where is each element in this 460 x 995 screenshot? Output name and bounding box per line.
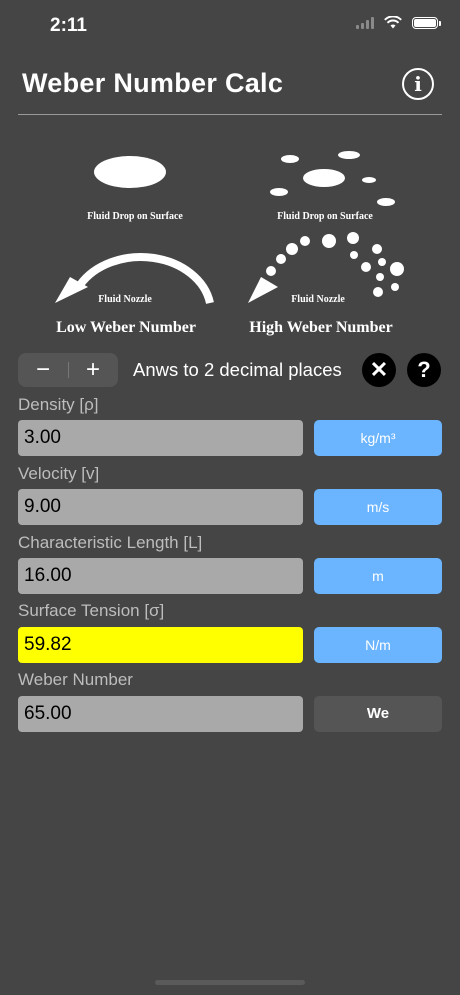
surface-tension-input[interactable]: 59.82: [18, 627, 303, 663]
status-bar: 2:11: [0, 0, 460, 52]
increment-button[interactable]: +: [68, 353, 118, 387]
density-input[interactable]: 3.00: [18, 420, 303, 456]
fluid-drop-shape: [94, 156, 166, 188]
stepper-divider: [68, 362, 69, 378]
nozzle-caption-right: Fluid Nozzle: [291, 294, 345, 305]
header-divider: [18, 114, 442, 115]
nozzle-shape-right: [248, 277, 278, 303]
app-title: Weber Number Calc: [22, 68, 284, 98]
surface-tension-label: Surface Tension [σ]: [18, 601, 165, 620]
density-label: Density [ρ]: [18, 395, 99, 414]
nozzle-caption-left: Fluid Nozzle: [98, 294, 152, 305]
velocity-label: Velocity [v]: [18, 464, 100, 483]
help-button[interactable]: ?: [407, 353, 441, 387]
weber-number-input[interactable]: 65.00: [18, 696, 303, 732]
surface-tension-unit-button[interactable]: N/m: [314, 627, 442, 663]
density-unit-button[interactable]: kg/m³: [314, 420, 442, 456]
velocity-input[interactable]: 9.00: [18, 489, 303, 525]
home-indicator[interactable]: [155, 980, 305, 985]
weber-number-label: Weber Number: [18, 670, 133, 689]
status-time: 2:11: [50, 15, 87, 36]
velocity-unit-button[interactable]: m/s: [314, 489, 442, 525]
length-label: Characteristic Length [L]: [18, 533, 203, 552]
weber-diagram: Fluid Drop on Surface Fluid Nozzle Low W…: [55, 151, 404, 336]
cellular-signal-icon: [356, 16, 374, 29]
header: Weber Number Calc i: [0, 60, 460, 115]
drop-caption-right: Fluid Drop on Surface: [277, 211, 373, 222]
battery-icon: [412, 16, 441, 29]
clear-button[interactable]: ✕: [362, 353, 396, 387]
info-icon[interactable]: i: [402, 68, 434, 100]
decrement-button[interactable]: −: [18, 353, 68, 387]
low-weber-label: Low Weber Number: [56, 319, 196, 336]
weber-number-unit-button[interactable]: We: [314, 696, 442, 732]
length-input[interactable]: 16.00: [18, 558, 303, 594]
drop-caption-left: Fluid Drop on Surface: [87, 211, 183, 222]
status-icons: [356, 16, 441, 29]
decimals-label: Anws to 2 decimal places: [133, 359, 342, 380]
decimal-stepper[interactable]: − +: [18, 353, 118, 387]
length-unit-button[interactable]: m: [314, 558, 442, 594]
wifi-icon: [384, 16, 402, 29]
high-weber-label: High Weber Number: [249, 319, 392, 336]
